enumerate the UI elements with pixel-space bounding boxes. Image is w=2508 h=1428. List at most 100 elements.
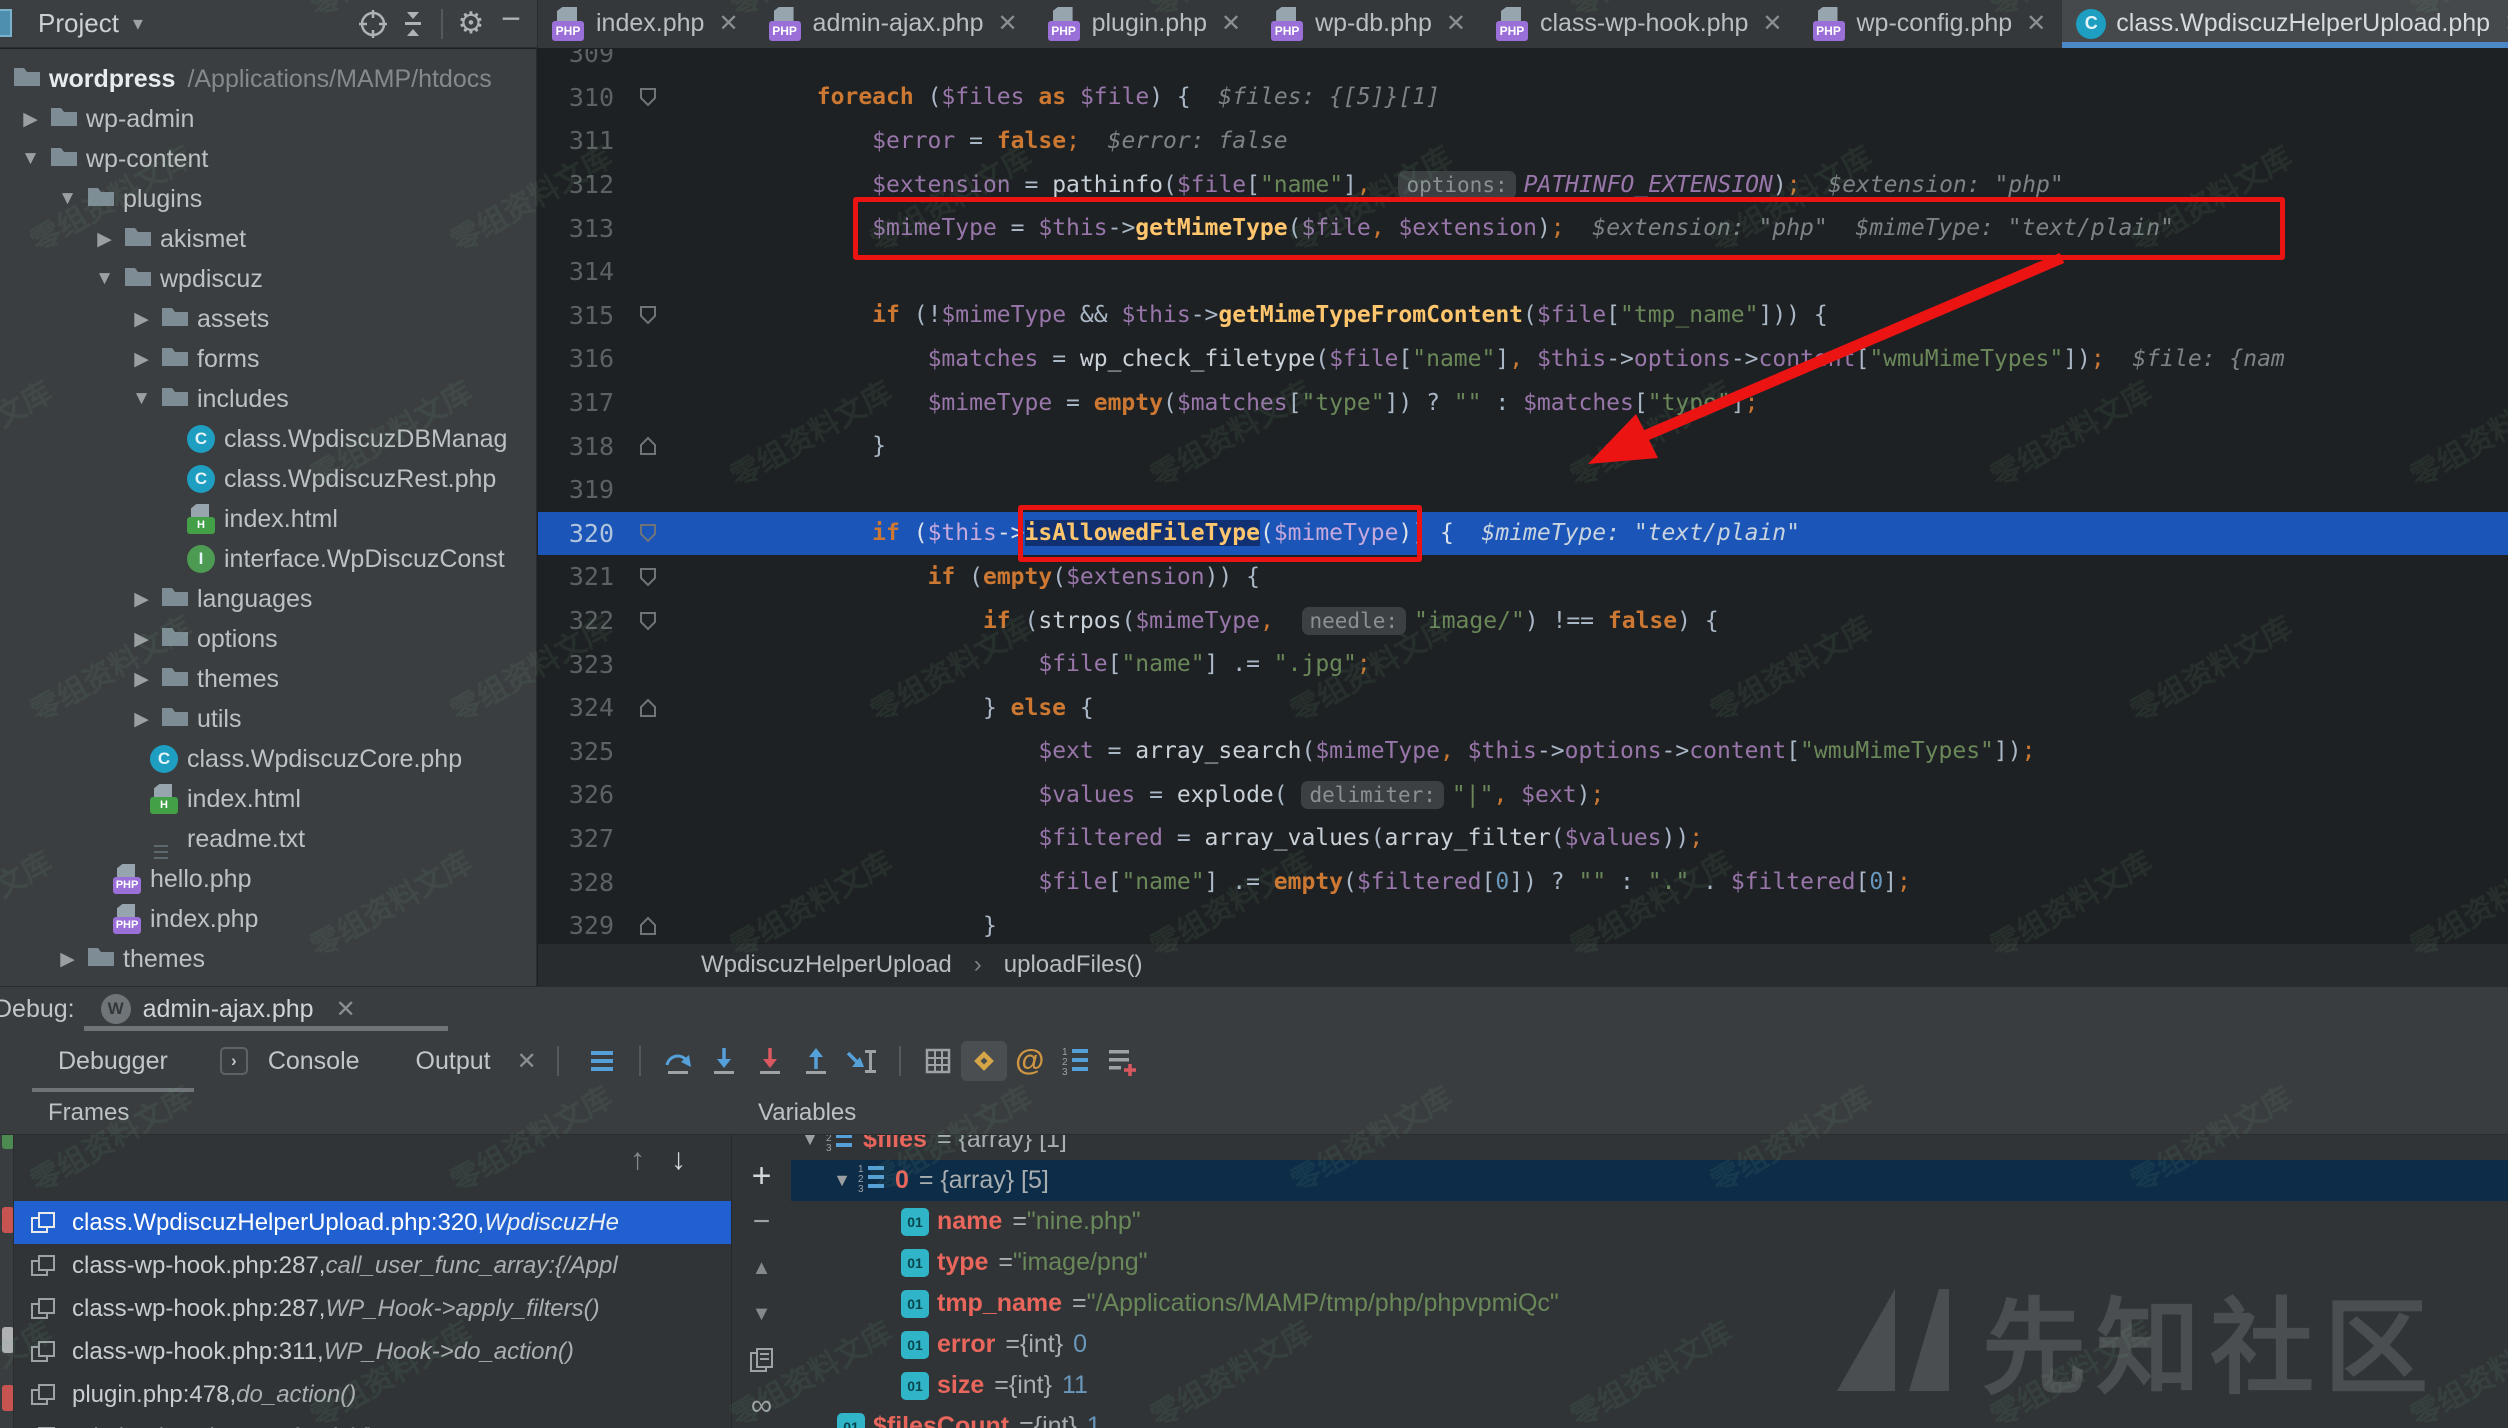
close-icon[interactable]: ✕ <box>718 9 738 38</box>
chevron-down-icon[interactable]: ▼ <box>86 268 123 290</box>
tree-item-index.html[interactable]: Hindex.html <box>0 499 536 539</box>
chevron-right-icon[interactable]: ▶ <box>49 948 86 971</box>
tree-item-plugins[interactable]: ▼plugins <box>0 179 536 219</box>
add-watch-icon[interactable] <box>1099 1041 1145 1081</box>
tree-item-akismet[interactable]: ▶akismet <box>0 219 536 259</box>
tree-item-class.WpdiscuzDBManag[interactable]: Cclass.WpdiscuzDBManag <box>0 419 536 459</box>
tool-window-icon[interactable] <box>0 9 12 37</box>
chevron-right-icon[interactable]: ▶ <box>12 108 49 131</box>
breakpoint-mute-icon[interactable] <box>2 1385 14 1411</box>
code-line-311[interactable]: 311 $error = false; $error: false <box>538 119 2508 163</box>
tree-item-assets[interactable]: ▶assets <box>0 299 536 339</box>
tree-item-languages[interactable]: ▶languages <box>0 579 536 619</box>
code-line-312[interactable]: 312 $extension = pathinfo($file["name"],… <box>538 163 2508 207</box>
stack-frame[interactable]: class-wp-hook.php:287, WP_Hook->apply_fi… <box>14 1287 731 1330</box>
tab-console[interactable]: Console <box>258 1033 370 1090</box>
chevron-down-icon[interactable]: ▼ <box>123 388 160 410</box>
code-line-327[interactable]: 327 $filtered = array_values(array_filte… <box>538 817 2508 861</box>
editor-tab-class.WpdiscuzHelperUpload.php[interactable]: Cclass.WpdiscuzHelperUpload.php✕ <box>2062 0 2508 48</box>
tree-item-options[interactable]: ▶options <box>0 619 536 659</box>
add-icon[interactable]: + <box>732 1153 791 1199</box>
locate-icon[interactable] <box>353 4 393 44</box>
tree-item-wp-admin[interactable]: ▶wp-admin <box>0 99 536 139</box>
tree-item-interface.WpDiscuzConst[interactable]: Iinterface.WpDiscuzConst <box>0 539 536 579</box>
close-icon[interactable]: ✕ <box>1221 9 1241 38</box>
show-execution-point-icon[interactable]: 123 <box>1053 1041 1099 1081</box>
settings-icon[interactable]: ⚙ <box>451 4 491 44</box>
chevron-right-icon[interactable]: ▶ <box>123 668 160 691</box>
variable-row-error[interactable]: 01error= {int}0 <box>791 1324 2508 1365</box>
step-over-icon[interactable] <box>655 1041 701 1081</box>
close-icon[interactable]: ✕ <box>336 995 356 1024</box>
chevron-down-icon[interactable]: ▼ <box>795 1135 825 1150</box>
tree-item-index.html[interactable]: Hindex.html <box>0 779 536 819</box>
code-line-310[interactable]: 310 foreach ($files as $file) { $files: … <box>538 76 2508 120</box>
chevron-right-icon[interactable]: ▶ <box>123 308 160 331</box>
code-line-309[interactable]: 309 <box>538 49 2508 76</box>
infinity-icon[interactable]: ∞ <box>732 1383 791 1428</box>
variable-row-tmp_name[interactable]: 01tmp_name= "/Applications/MAMP/tmp/php/… <box>791 1283 2508 1324</box>
editor-tab-wp-db.php[interactable]: PHPwp-db.php✕ <box>1257 0 1482 48</box>
breadcrumb-class[interactable]: WpdiscuzHelperUpload <box>701 951 952 979</box>
editor-tab-plugin.php[interactable]: PHPplugin.php✕ <box>1034 0 1258 48</box>
variable-row-$filesCount[interactable]: 01$filesCount= {int}1 <box>791 1406 2508 1428</box>
code-line-320[interactable]: 320 if ($this->isAllowedFileType($mimeTy… <box>538 512 2508 556</box>
close-icon[interactable]: ✕ <box>2026 9 2046 38</box>
editor-tab-index.php[interactable]: PHPindex.php✕ <box>538 0 755 48</box>
force-step-into-icon[interactable] <box>747 1041 793 1081</box>
tree-item-forms[interactable]: ▶forms <box>0 339 536 379</box>
tree-item-wpdiscuz[interactable]: ▼wpdiscuz <box>0 259 536 299</box>
move-down-icon[interactable]: ▼ <box>732 1291 791 1337</box>
code-line-318[interactable]: 318 } <box>538 424 2508 468</box>
tree-item-class.WpdiscuzCore.php[interactable]: Cclass.WpdiscuzCore.php <box>0 739 536 779</box>
code-line-316[interactable]: 316 $matches = wp_check_filetype($file["… <box>538 337 2508 381</box>
chevron-right-icon[interactable]: ▶ <box>123 588 160 611</box>
pause-icon[interactable] <box>2 1327 14 1353</box>
tree-item-class.WpdiscuzRest.php[interactable]: Cclass.WpdiscuzRest.php <box>0 459 536 499</box>
code-line-319[interactable]: 319 <box>538 468 2508 512</box>
code-line-323[interactable]: 323 $file["name"] .= ".jpg"; <box>538 642 2508 686</box>
stack-frame[interactable]: class-wp-hook.php:311, WP_Hook->do_actio… <box>14 1330 731 1373</box>
resume-icon[interactable] <box>2 1135 14 1149</box>
chevron-right-icon[interactable]: ▶ <box>123 708 160 731</box>
step-into-icon[interactable] <box>701 1041 747 1081</box>
debug-session-tab[interactable]: admin-ajax.php <box>143 995 314 1024</box>
editor-tab-class-wp-hook.php[interactable]: PHPclass-wp-hook.php✕ <box>1482 0 1799 48</box>
code-line-328[interactable]: 328 $file["name"] .= empty($filtered[0])… <box>538 860 2508 904</box>
stack-frame[interactable]: class-wp-hook.php:287, call_user_func_ar… <box>14 1244 731 1287</box>
chevron-down-icon[interactable]: ▼ <box>827 1170 857 1191</box>
tree-item-utils[interactable]: ▶utils <box>0 699 536 739</box>
code-line-315[interactable]: 315 if (!$mimeType && $this->getMimeType… <box>538 294 2508 338</box>
chevron-right-icon[interactable]: ▶ <box>86 228 123 251</box>
stack-frame[interactable]: class.WpdiscuzHelperUpload.php:320, Wpdi… <box>14 1201 731 1244</box>
code-line-317[interactable]: 317 $mimeType = empty($matches["type"]) … <box>538 381 2508 425</box>
view-breakpoints-icon[interactable] <box>915 1041 961 1081</box>
code-line-322[interactable]: 322 if (strpos($mimeType, needle:"image/… <box>538 599 2508 643</box>
variable-row-$files[interactable]: ▼123$files= {array} [1] <box>791 1135 2508 1160</box>
close-icon[interactable]: ✕ <box>1446 9 1466 38</box>
stack-frame[interactable]: admin-ajax.php:175, {main}() <box>14 1416 731 1428</box>
chevron-down-icon[interactable]: ▼ <box>12 148 49 170</box>
code-line-314[interactable]: 314 <box>538 250 2508 294</box>
copy-frames-icon[interactable] <box>732 1337 791 1383</box>
close-icon[interactable]: ✕ <box>997 9 1017 38</box>
code-line-324[interactable]: 324 } else { <box>538 686 2508 730</box>
tab-output[interactable]: Output <box>406 1033 501 1090</box>
tree-item-wp-content[interactable]: ▼wp-content <box>0 139 536 179</box>
chevron-down-icon[interactable]: ▼ <box>49 188 86 210</box>
tree-item-index.php[interactable]: PHPindex.php <box>0 899 536 939</box>
tree-item-themes[interactable]: ▶themes <box>0 939 536 979</box>
code-editor[interactable]: 309310 foreach ($files as $file) { $file… <box>538 49 2508 944</box>
collapse-all-icon[interactable] <box>393 4 433 44</box>
close-icon[interactable]: ✕ <box>517 1047 537 1076</box>
hide-panel-icon[interactable]: − <box>491 4 531 44</box>
mentions-icon[interactable]: @ <box>1007 1041 1053 1081</box>
editor-tab-admin-ajax.php[interactable]: PHPadmin-ajax.php✕ <box>755 0 1034 48</box>
stop-icon[interactable] <box>2 1207 14 1233</box>
remove-icon[interactable]: − <box>732 1199 791 1245</box>
prev-frame-icon[interactable]: ↑ <box>630 1143 645 1176</box>
evaluate-expression-icon[interactable] <box>961 1041 1007 1081</box>
tab-debugger[interactable]: Debugger <box>48 1033 178 1090</box>
project-dropdown[interactable]: Project <box>38 8 119 39</box>
code-line-326[interactable]: 326 $values = explode( delimiter:"|", $e… <box>538 773 2508 817</box>
